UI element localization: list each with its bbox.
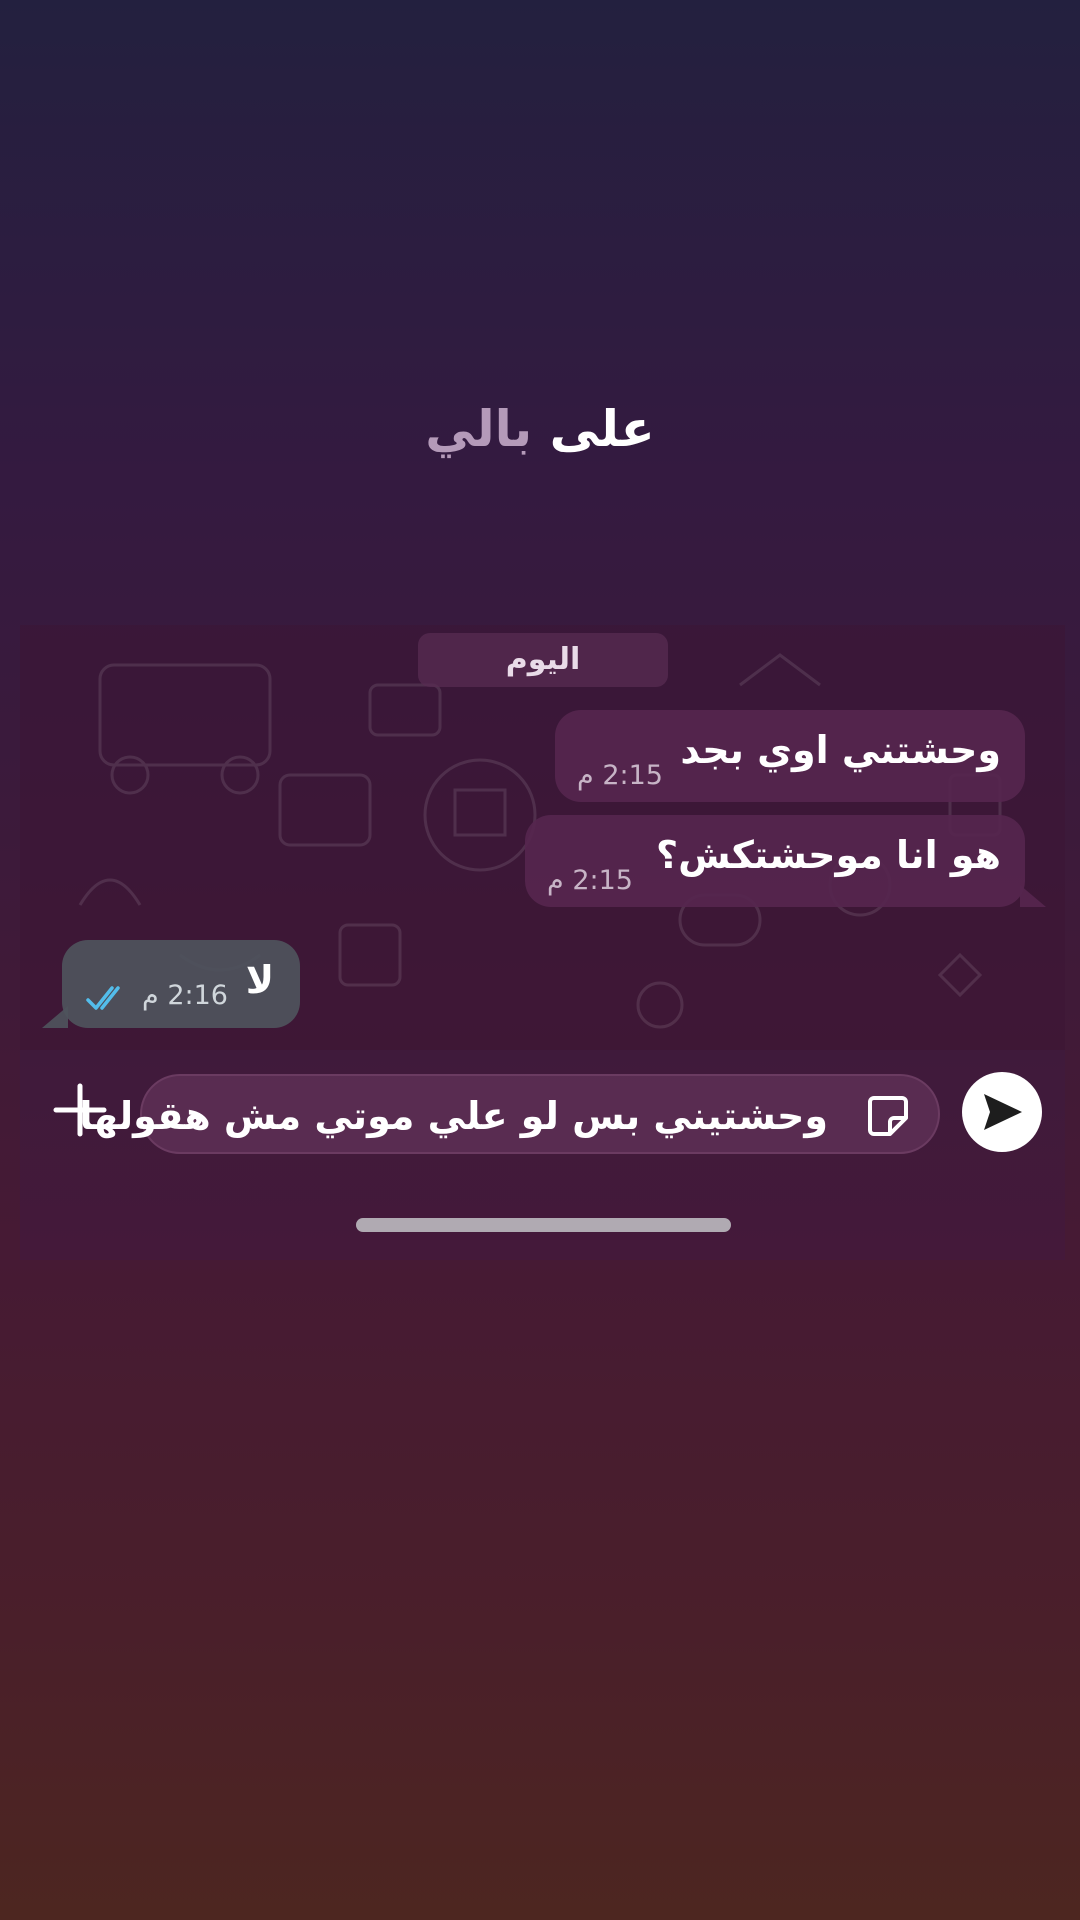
overlay-title: على بالي [0,400,1080,458]
message-time: 2:15 م [547,865,633,896]
home-indicator [356,1218,731,1232]
bubble-tail [42,1006,68,1028]
overlay-title-word2: بالي [425,400,533,458]
sticker-icon[interactable] [864,1092,912,1140]
message-bubble-incoming[interactable]: هو انا موحشتكش؟ 2:15 م [525,815,1025,907]
message-text: لا [245,958,274,1002]
message-composer: وحشتيني بس لو علي موتي مش هقولها [20,1050,1065,1260]
message-input-text: وحشتيني بس لو علي موتي مش هقولها [79,1094,828,1138]
date-chip: اليوم [418,633,668,687]
message-bubble-incoming[interactable]: وحشتني اوي بجد 2:15 م [555,710,1025,802]
message-time: 2:15 م [577,760,663,791]
message-input[interactable]: وحشتيني بس لو علي موتي مش هقولها [80,1074,940,1154]
message-bubble-outgoing[interactable]: لا 2:16 م [62,940,300,1028]
chat-screenshot: اليوم وحشتني اوي بجد 2:15 م هو انا موحشت… [20,625,1065,1260]
message-text: وحشتني اوي بجد [680,728,1001,772]
message-time: 2:16 م [142,980,228,1011]
message-text: هو انا موحشتكش؟ [656,833,1001,877]
overlay-title-word1: على [549,400,655,458]
send-icon [984,1094,1022,1130]
send-button[interactable] [962,1072,1042,1152]
read-receipt-icon [86,986,120,1010]
bubble-tail [1020,885,1046,907]
